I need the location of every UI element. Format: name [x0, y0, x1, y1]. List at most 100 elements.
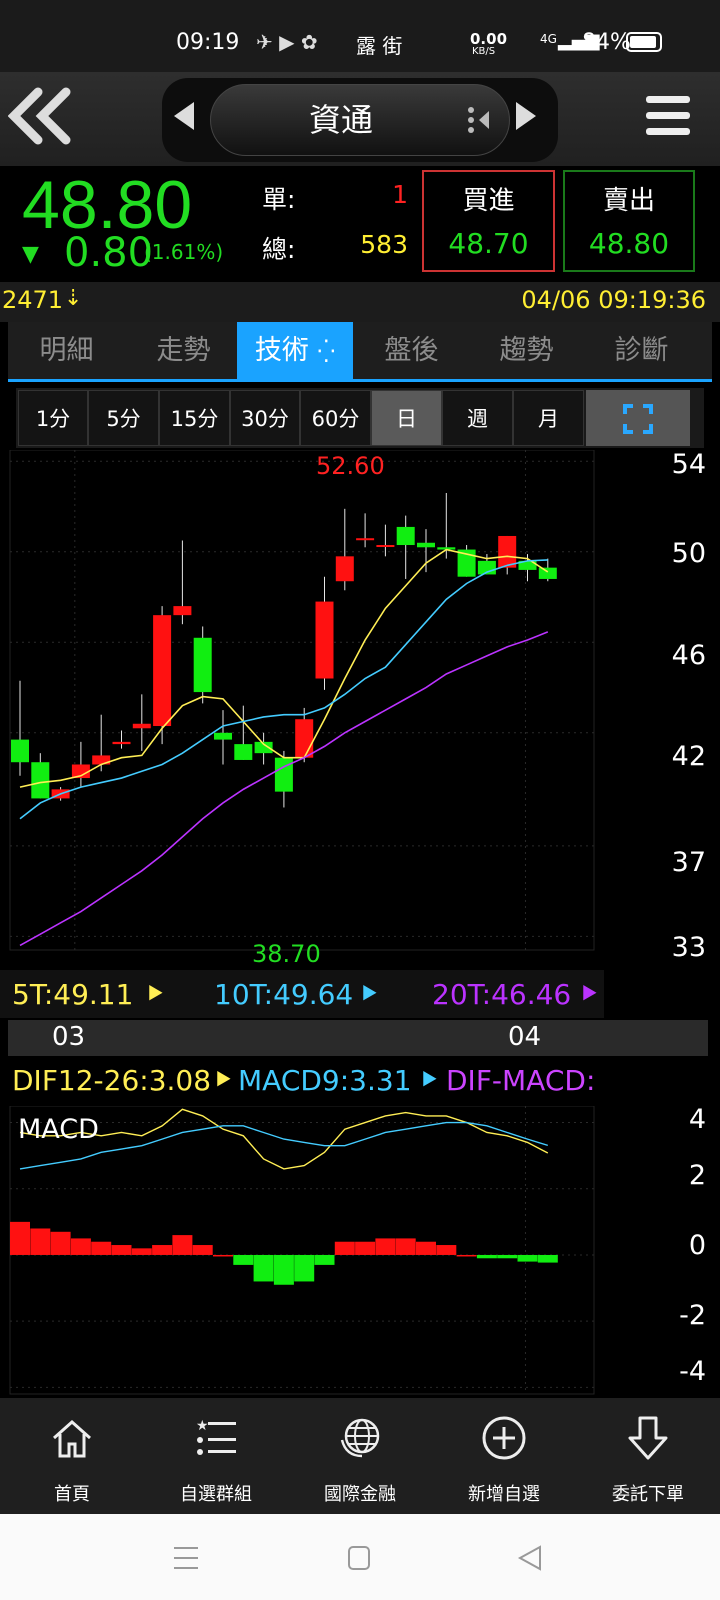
candle-body [214, 732, 232, 740]
net-type: 4G [540, 32, 557, 46]
y-tick: 0 [688, 1230, 706, 1261]
candle-body [11, 739, 29, 763]
macd-histogram-bar [375, 1238, 396, 1255]
tab-technical[interactable]: 技術 ⁛ [237, 322, 353, 379]
macd-histogram-bar [436, 1245, 457, 1255]
period-15min[interactable]: 15分 [159, 390, 230, 446]
period-5min[interactable]: 5分 [88, 390, 159, 446]
macd-histogram-bar [355, 1241, 376, 1255]
stock-selector[interactable]: 資通 [210, 84, 510, 156]
candle-body [31, 762, 50, 799]
hamburger-menu-icon[interactable] [644, 92, 692, 140]
dif-label: DIF12-26:3.08 [12, 1064, 212, 1097]
tab-label: 走勢 [156, 335, 211, 366]
ma5-label: 5T:49.11 [12, 978, 134, 1011]
macd-histogram-bar [10, 1221, 30, 1255]
ma5-arrow-icon: ⯈ [144, 978, 167, 1011]
macd-histogram-bar [213, 1254, 233, 1257]
battery-text: 84% [582, 30, 631, 55]
period-30min[interactable]: 30分 [230, 390, 300, 446]
macd-histogram-bar [497, 1254, 518, 1259]
single-value: 1 [392, 180, 408, 209]
quote-panel: 48.80 ▼ 0.80 (1.61%) 單: 1 總: 583 買進 48.7… [0, 166, 720, 282]
candle-body [417, 542, 435, 548]
candle-body [153, 615, 172, 727]
macd-histogram-bar [192, 1245, 213, 1255]
macd-histogram-bar [91, 1241, 112, 1255]
nav-watchlist-groups[interactable]: ★ 自選群組 [144, 1398, 288, 1514]
sell-button[interactable]: 賣出 48.80 [563, 170, 695, 272]
period-day[interactable]: 日 [371, 390, 442, 446]
bottom-nav: 首頁 ★ 自選群組 國際金融 新增自選 委託下單 [0, 1398, 720, 1514]
candle-body [112, 741, 131, 745]
macd-histogram-bar [50, 1231, 71, 1255]
single-label: 單: [262, 185, 296, 214]
nav-place-order[interactable]: 委託下單 [576, 1398, 720, 1514]
notification-icons: ✈ ▶ ✿ [256, 30, 318, 54]
y-tick: 50 [671, 538, 706, 569]
plot-frame [9, 450, 595, 951]
menu-icon[interactable] [172, 1544, 200, 1572]
date-axis: 03 04 [8, 1020, 708, 1056]
macd-histogram-bar [172, 1235, 193, 1255]
tab-label: 趨勢 [499, 335, 554, 366]
prev-stock-icon[interactable] [172, 100, 196, 136]
candle-body [193, 637, 212, 693]
collapse-icon: ⁛ [317, 340, 336, 365]
back-double-chevron-icon[interactable] [7, 84, 72, 148]
nav-label: 自選群組 [180, 1484, 252, 1505]
tab-detail[interactable]: 明細 [8, 322, 125, 379]
total-label: 總: [262, 235, 296, 264]
macd9-label: MACD9:3.31 [238, 1064, 412, 1097]
ma20-arrow-icon: ⯈ [578, 978, 601, 1011]
quote-datetime: 04/06 09:19:36 [521, 286, 706, 314]
nav-add-watchlist[interactable]: 新增自選 [432, 1398, 576, 1514]
macd-histogram-bar [152, 1245, 173, 1255]
tab-after-hours[interactable]: 盤後 [353, 322, 470, 379]
buy-button[interactable]: 買進 48.70 [422, 170, 555, 272]
macd-histogram-bar [253, 1254, 274, 1282]
candlestick-chart[interactable] [0, 450, 720, 970]
status-time: 09:19 [176, 30, 240, 55]
y-tick: 33 [671, 932, 706, 963]
buy-label: 買進 [462, 186, 515, 216]
down-arrow-icon: ▼ [22, 242, 39, 267]
price-change-pct: (1.61%) [144, 240, 224, 264]
nav-label: 國際金融 [324, 1484, 396, 1505]
back-triangle-icon[interactable] [516, 1544, 544, 1572]
nav-home[interactable]: 首頁 [0, 1398, 144, 1514]
low-price-label: 38.70 [252, 940, 321, 968]
period-60min[interactable]: 60分 [300, 390, 371, 446]
period-month[interactable]: 月 [513, 390, 584, 446]
fullscreen-button[interactable] [586, 390, 690, 446]
macd-histogram-bar [30, 1228, 51, 1255]
stock-code: 2471 [2, 286, 64, 314]
next-stock-icon[interactable] [514, 100, 538, 136]
status-chars: 露 街 [356, 34, 403, 58]
tab-label: 技術 [254, 335, 309, 366]
net-speed-unit: KB/S [472, 46, 496, 57]
macd9-arrow-icon: ⯈ [418, 1064, 441, 1097]
price-change: 0.80 [64, 230, 154, 276]
nav-international-finance[interactable]: 國際金融 [288, 1398, 432, 1514]
period-selector: 1分 5分 15分 30分 60分 日 週 月 [16, 388, 704, 448]
ma20-label: 20T:46.46 [432, 978, 572, 1011]
tab-trend[interactable]: 走勢 [125, 322, 242, 379]
system-nav [0, 1514, 720, 1600]
macd-histogram-bar [273, 1254, 294, 1285]
period-1min[interactable]: 1分 [18, 390, 88, 446]
macd-histogram-bar [517, 1254, 538, 1262]
nav-label: 新增自選 [468, 1484, 540, 1505]
ma-legend: 5T:49.11 ⯈ 10T:49.64 ⯈ 20T:46.46 ⯈ [0, 970, 604, 1018]
tab-tendency[interactable]: 趨勢 [468, 322, 585, 379]
ma10-arrow-icon: ⯈ [358, 978, 381, 1011]
fullscreen-icon [623, 404, 653, 434]
home-square-icon[interactable] [346, 1544, 372, 1572]
macd-legend: DIF12-26:3.08 ⯈ MACD9:3.31 ⯈ DIF-MACD: [0, 1058, 604, 1106]
tab-diagnosis[interactable]: 診斷 [583, 322, 700, 379]
candle-body [295, 719, 314, 758]
tab-label: 明細 [39, 335, 94, 366]
period-week[interactable]: 週 [442, 390, 513, 446]
y-tick: 37 [671, 847, 706, 878]
buy-price: 48.70 [448, 227, 529, 260]
